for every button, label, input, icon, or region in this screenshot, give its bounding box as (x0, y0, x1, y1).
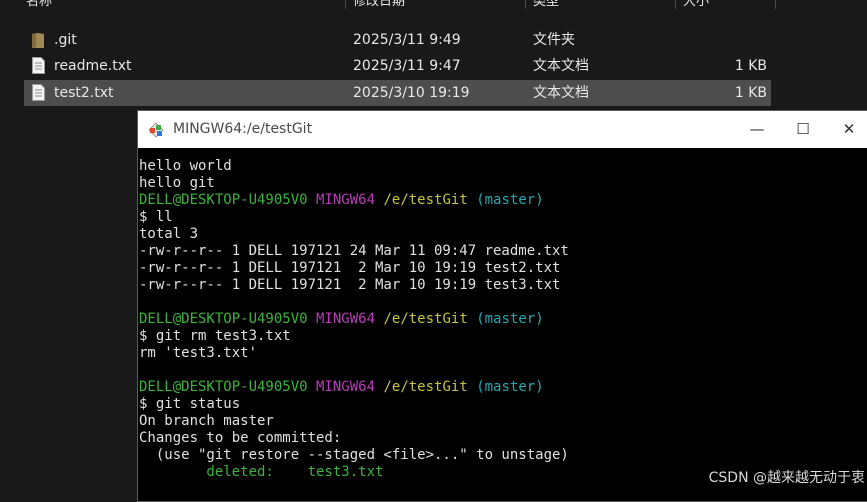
output-line: -rw-r--r-- 1 DELL 197121 2 Mar 10 19:19 … (139, 277, 561, 293)
command-line: $ ll (139, 209, 173, 225)
prompt-user: DELL@DESKTOP-U4905V0 (139, 379, 308, 395)
terminal-window[interactable]: MINGW64:/e/testGit — ☐ ✕ hello world hel… (137, 110, 867, 502)
file-name: readme.txt (54, 58, 132, 74)
prompt-line: DELL@DESKTOP-U4905V0 MINGW64 /e/testGit … (139, 311, 867, 328)
file-date: 2025/3/10 19:19 (353, 85, 470, 101)
watermark: CSDN @越来越无动于衷 (708, 470, 865, 486)
column-divider[interactable] (345, 0, 346, 9)
column-divider[interactable] (525, 0, 526, 9)
prompt-branch: (master) (476, 379, 544, 395)
folder-icon (32, 33, 44, 48)
prompt-branch: (master) (476, 311, 544, 327)
output-line: hello git (139, 175, 215, 191)
close-button[interactable]: ✕ (826, 111, 867, 148)
prompt-host: MINGW64 (316, 192, 376, 208)
deleted-file: test3.txt (307, 464, 384, 480)
output-line: -rw-r--r-- 1 DELL 197121 24 Mar 11 09:47… (139, 243, 569, 259)
file-name: .git (54, 32, 77, 48)
output-line: rm 'test3.txt' (139, 345, 258, 361)
column-divider[interactable] (775, 0, 776, 9)
file-row[interactable]: readme.txt 2025/3/11 9:47 文本文档 1 KB (24, 53, 771, 79)
git-bash-icon (148, 122, 164, 138)
file-size: 1 KB (734, 85, 767, 101)
output-line: On branch master (139, 413, 274, 429)
file-type: 文件夹 (533, 32, 575, 48)
text-file-icon (32, 57, 45, 74)
output-line: hello world (139, 158, 232, 174)
prompt-user: DELL@DESKTOP-U4905V0 (139, 311, 308, 327)
column-size[interactable]: 大小 (679, 0, 709, 16)
column-divider[interactable] (675, 0, 676, 9)
output-line: -rw-r--r-- 1 DELL 197121 2 Mar 10 19:19 … (139, 260, 561, 276)
file-type: 文本文档 (533, 58, 589, 74)
output-line: total 3 (139, 226, 199, 242)
file-date: 2025/3/11 9:47 (353, 58, 461, 74)
text-file-icon (32, 84, 45, 101)
file-type: 文本文档 (533, 85, 589, 101)
prompt-line: DELL@DESKTOP-U4905V0 MINGW64 /e/testGit … (139, 379, 867, 396)
deleted-label: deleted: (139, 464, 308, 480)
maximize-button[interactable]: ☐ (780, 111, 826, 148)
column-header: 名称 修改日期 类型 大小 (0, 0, 867, 16)
file-name: test2.txt (54, 85, 114, 101)
terminal-titlebar[interactable]: MINGW64:/e/testGit — ☐ ✕ (138, 111, 867, 148)
file-row[interactable]: .git 2025/3/11 9:49 文件夹 (24, 27, 771, 53)
terminal-output[interactable]: hello world hello git DELL@DESKTOP-U4905… (138, 148, 867, 501)
prompt-path: /e/testGit (383, 192, 468, 208)
column-name[interactable]: 名称 (22, 0, 52, 16)
file-date: 2025/3/11 9:49 (353, 32, 461, 48)
prompt-line: DELL@DESKTOP-U4905V0 MINGW64 /e/testGit … (139, 192, 867, 209)
file-row-selected[interactable]: test2.txt 2025/3/10 19:19 文本文档 1 KB (24, 80, 771, 106)
file-size: 1 KB (734, 58, 767, 74)
prompt-host: MINGW64 (316, 311, 376, 327)
column-date[interactable]: 修改日期 (349, 0, 405, 16)
prompt-path: /e/testGit (383, 379, 468, 395)
output-line: Changes to be committed: (139, 430, 342, 446)
prompt-user: DELL@DESKTOP-U4905V0 (139, 192, 308, 208)
command-line: $ git rm test3.txt (139, 328, 291, 344)
terminal-title: MINGW64:/e/testGit (173, 121, 313, 137)
prompt-path: /e/testGit (383, 311, 468, 327)
column-type[interactable]: 类型 (529, 0, 559, 16)
prompt-host: MINGW64 (316, 379, 376, 395)
command-line: $ git status (139, 396, 241, 412)
prompt-branch: (master) (476, 192, 544, 208)
output-line: (use "git restore --staged <file>..." to… (139, 447, 569, 463)
minimize-button[interactable]: — (734, 111, 780, 148)
